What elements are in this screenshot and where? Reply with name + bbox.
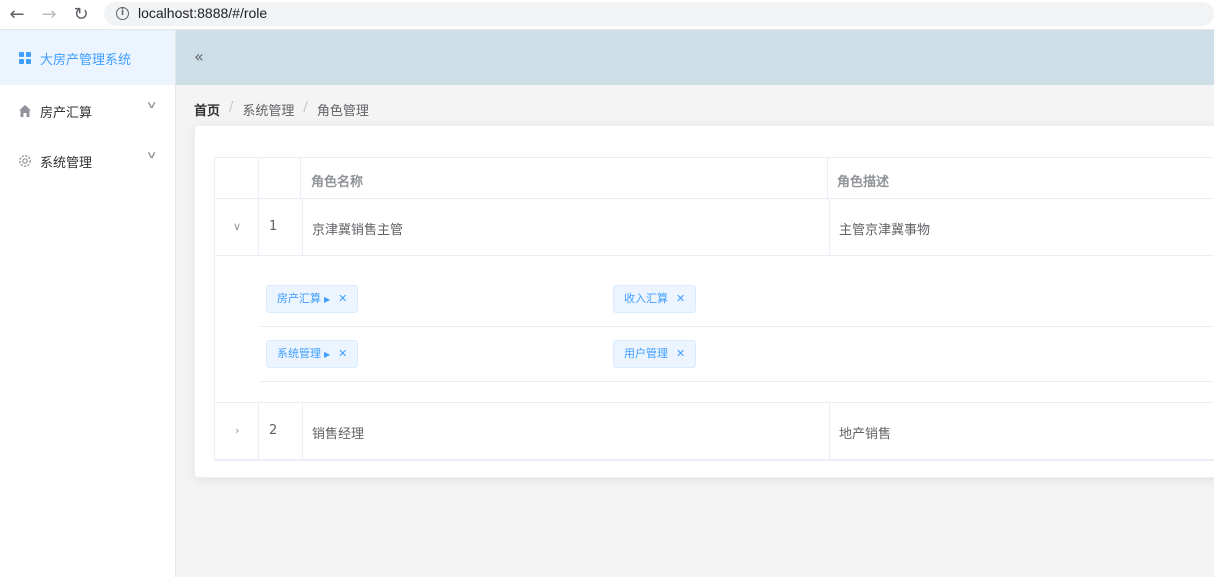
expanded-permissions-panel: 房产汇算 ▶ ✕ 收入汇算 ✕ 系统管理 ▶ ✕ 用户管理 ✕ bbox=[215, 256, 1214, 403]
forward-arrow-icon[interactable]: → bbox=[38, 4, 60, 26]
tag-label: 系统管理 bbox=[277, 347, 321, 360]
reload-icon[interactable]: ↻ bbox=[70, 4, 92, 26]
role-name: 销售经理 bbox=[312, 427, 365, 442]
tag-label: 房产汇算 bbox=[277, 292, 321, 305]
permission-tag-level2[interactable]: 收入汇算 ✕ bbox=[613, 285, 697, 313]
sidebar-item-label: 系统管理 bbox=[40, 156, 93, 171]
role-description: 地产销售 bbox=[839, 427, 892, 442]
permission-row: 房产汇算 ▶ ✕ 收入汇算 ✕ bbox=[260, 272, 1214, 327]
chevron-right-icon[interactable]: › bbox=[235, 424, 239, 437]
breadcrumb-current: 角色管理 bbox=[316, 104, 369, 119]
column-header-role-description: 角色描述 bbox=[837, 175, 890, 190]
back-arrow-icon[interactable]: ← bbox=[6, 4, 28, 26]
sidebar: 大房产管理系统 房产汇算 ∨ 系统管理 ∨ bbox=[0, 30, 176, 577]
chevron-down-icon: ∨ bbox=[145, 100, 158, 111]
tag-label: 收入汇算 bbox=[624, 292, 668, 305]
close-icon[interactable]: ✕ bbox=[338, 347, 347, 360]
breadcrumb-home[interactable]: 首页 bbox=[194, 100, 220, 119]
breadcrumb-system: 系统管理 bbox=[242, 104, 295, 119]
permission-tag-level1[interactable]: 系统管理 ▶ ✕ bbox=[266, 340, 359, 368]
table-row: ∨ 1 京津冀销售主管 主管京津冀事物 bbox=[215, 199, 1214, 256]
chevron-down-icon[interactable]: ∨ bbox=[233, 220, 241, 233]
sidebar-item-house-settlement[interactable]: 房产汇算 ∨ bbox=[0, 85, 175, 135]
gear-icon bbox=[19, 155, 31, 167]
double-chevron-left-icon[interactable]: « bbox=[194, 47, 204, 66]
row-index: 2 bbox=[269, 423, 278, 438]
role-table: 角色名称 角色描述 ∨ 1 京津冀销售主管 主管京津冀事物 房产汇算 ▶ ✕ 收入汇… bbox=[214, 157, 1214, 461]
close-icon[interactable]: ✕ bbox=[338, 292, 347, 305]
chevron-down-icon: ∨ bbox=[145, 150, 158, 161]
table-row: › 2 销售经理 地产销售 bbox=[215, 403, 1214, 460]
sidebar-item-system-management[interactable]: 系统管理 ∨ bbox=[0, 135, 175, 185]
sidebar-brand[interactable]: 大房产管理系统 bbox=[0, 30, 175, 85]
permission-tag-level2[interactable]: 用户管理 ✕ bbox=[613, 340, 697, 368]
caret-right-icon: ▶ bbox=[324, 295, 331, 304]
info-icon[interactable]: i bbox=[116, 7, 129, 20]
top-header: « bbox=[176, 30, 1214, 85]
table-header-row: 角色名称 角色描述 bbox=[215, 158, 1214, 199]
breadcrumb-separator: / bbox=[303, 100, 308, 115]
brand-label: 大房产管理系统 bbox=[40, 53, 132, 68]
browser-toolbar: ← → ↻ i localhost:8888/#/role bbox=[0, 0, 1214, 30]
tag-label: 用户管理 bbox=[624, 347, 668, 360]
sidebar-item-label: 房产汇算 bbox=[40, 106, 93, 121]
home-icon bbox=[19, 105, 31, 117]
row-index: 1 bbox=[269, 219, 278, 234]
column-header-role-name: 角色名称 bbox=[311, 175, 364, 190]
role-card: 角色名称 角色描述 ∨ 1 京津冀销售主管 主管京津冀事物 房产汇算 ▶ ✕ 收入汇… bbox=[194, 125, 1214, 478]
role-description: 主管京津冀事物 bbox=[839, 223, 931, 238]
caret-right-icon: ▶ bbox=[324, 350, 331, 359]
role-name: 京津冀销售主管 bbox=[312, 223, 404, 238]
breadcrumb-separator: / bbox=[229, 100, 234, 115]
permission-tag-level1[interactable]: 房产汇算 ▶ ✕ bbox=[266, 285, 359, 313]
close-icon[interactable]: ✕ bbox=[676, 292, 685, 305]
breadcrumb: 首页 / 系统管理 / 角色管理 bbox=[194, 100, 369, 119]
url-text: localhost:8888/#/role bbox=[138, 5, 268, 21]
address-bar[interactable]: i localhost:8888/#/role bbox=[104, 2, 1214, 26]
permission-row: 系统管理 ▶ ✕ 用户管理 ✕ bbox=[260, 327, 1214, 382]
close-icon[interactable]: ✕ bbox=[676, 347, 685, 360]
grid-icon bbox=[19, 52, 31, 64]
